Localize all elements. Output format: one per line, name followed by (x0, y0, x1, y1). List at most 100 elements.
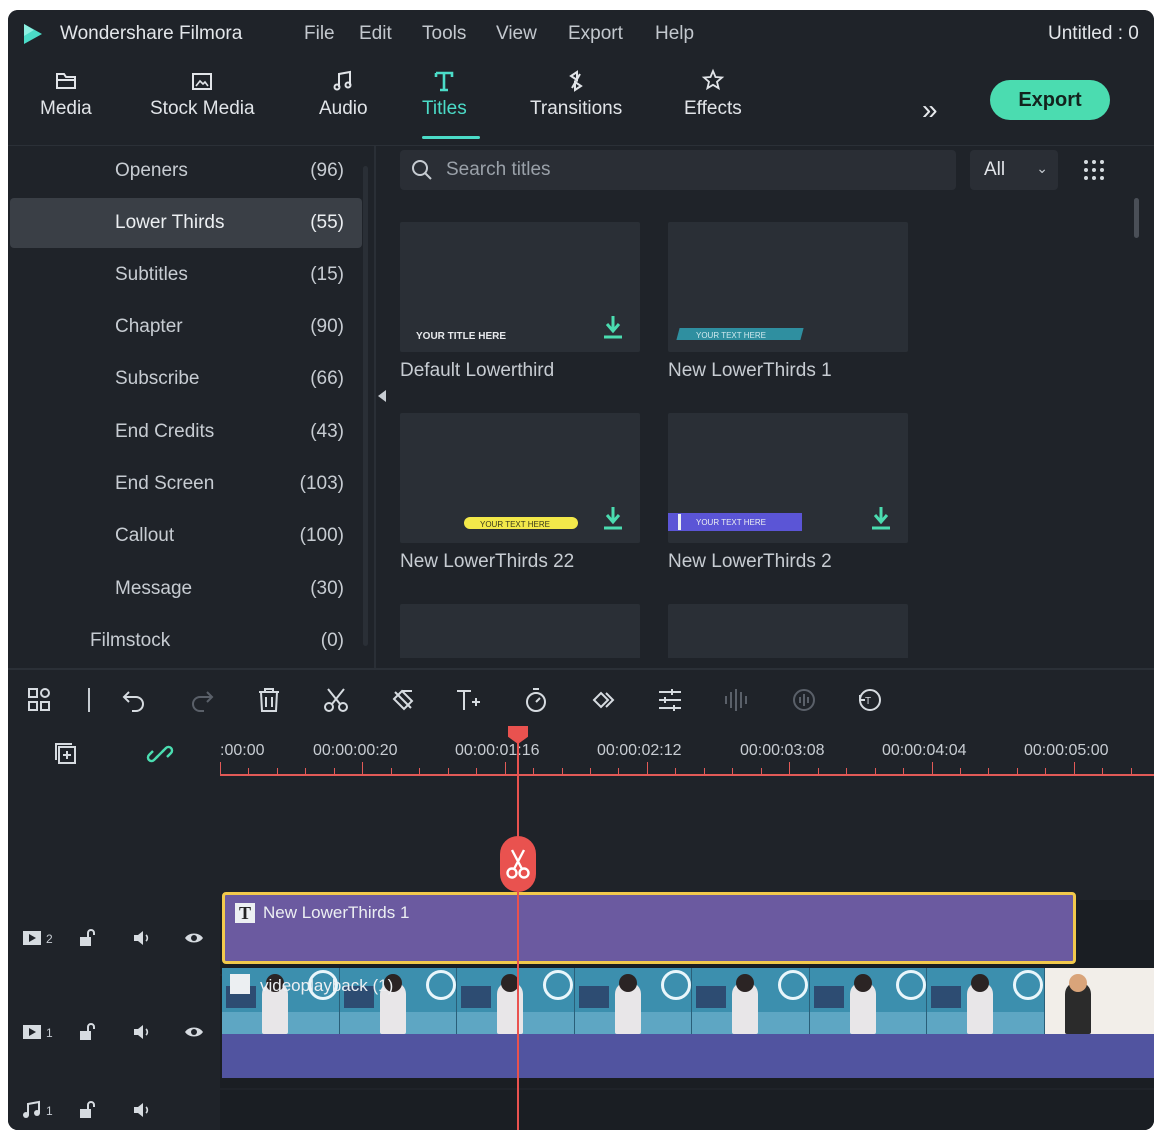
speed-timer-icon[interactable] (522, 686, 550, 714)
track-header-video-1: 1 (8, 976, 220, 1088)
ruler-tick (675, 768, 677, 774)
track-number: 2 (46, 932, 53, 946)
layout-icon[interactable] (26, 686, 54, 714)
category-lower-thirds[interactable]: Lower Thirds (55) (10, 198, 362, 248)
category-end-credits[interactable]: End Credits (43) (10, 407, 362, 457)
ruler-tick (333, 768, 335, 774)
speaker-icon[interactable] (132, 1100, 152, 1120)
timeline-toolbar: T (8, 668, 1154, 724)
category-count: (15) (310, 264, 344, 285)
menu-file[interactable]: File (304, 23, 335, 45)
download-icon[interactable] (870, 505, 892, 531)
title-card-default-lowerthird[interactable]: YOUR TITLE HERE Default Lowerthird (400, 222, 640, 382)
add-track-icon[interactable] (52, 740, 80, 768)
undo-icon[interactable] (120, 686, 148, 714)
track-audio-1-lane[interactable] (220, 1090, 1154, 1130)
voiceover-icon (793, 689, 815, 711)
title-card-new-lowerthirds-2[interactable]: YOUR TEXT HERE New LowerThirds 2 (668, 413, 908, 573)
filmora-logo-icon (24, 24, 42, 44)
adjust-sliders-icon[interactable] (656, 686, 684, 714)
category-name: End Credits (115, 421, 215, 442)
download-icon[interactable] (602, 314, 624, 340)
category-filmstock[interactable]: Filmstock (0) (10, 616, 362, 666)
thumbnail-preview-text: YOUR TEXT HERE (696, 518, 766, 527)
search-input[interactable] (446, 159, 926, 181)
empty-track-space (220, 778, 1154, 888)
speaker-icon[interactable] (132, 1022, 152, 1042)
category-name: Filmstock (90, 630, 171, 651)
export-button[interactable]: Export (990, 80, 1110, 120)
ruler-baseline (220, 774, 1154, 776)
transitions-icon (569, 70, 583, 92)
category-end-screen[interactable]: End Screen (103) (10, 459, 362, 509)
title-card-new-lowerthirds-22[interactable]: YOUR TEXT HERE New LowerThirds 22 (400, 413, 640, 573)
ruler-tick (846, 768, 848, 774)
tab-titles[interactable]: Titles (422, 68, 467, 120)
download-icon[interactable] (602, 505, 624, 531)
category-count: (55) (310, 212, 344, 233)
playhead-line[interactable] (517, 738, 519, 1130)
app-name: Wondershare Filmora (60, 23, 243, 44)
ruler-tick (390, 768, 392, 774)
sidebar-scrollbar[interactable] (363, 166, 368, 646)
title-thumbnail: YOUR TITLE HERE (400, 222, 640, 352)
tab-stock-media[interactable]: Stock Media (150, 68, 255, 120)
cut-icon[interactable] (322, 686, 350, 714)
video-frame (809, 968, 927, 1034)
category-message[interactable]: Message (30) (10, 564, 362, 614)
menu-view[interactable]: View (496, 23, 537, 45)
title-card-new-lowerthirds-1[interactable]: YOUR TEXT HERE New LowerThirds 1 (668, 222, 908, 382)
title-card-partial[interactable] (400, 604, 640, 658)
collapse-sidebar-icon[interactable] (378, 390, 386, 402)
timeline-ruler[interactable]: :00:00 00:00:00:20 00:00:01:16 00:00:02:… (8, 726, 1154, 778)
category-openers[interactable]: Openers (96) (10, 146, 362, 196)
eye-icon[interactable] (184, 1022, 204, 1042)
title-thumbnail (400, 604, 640, 658)
filter-dropdown[interactable]: All ⌄ (970, 150, 1058, 190)
ruler-tick (903, 768, 905, 774)
title-thumbnail: YOUR TEXT HERE (400, 413, 640, 543)
category-chapter[interactable]: Chapter (90) (10, 302, 362, 352)
search-bar[interactable] (400, 150, 956, 190)
keyframe-icon[interactable] (590, 686, 618, 714)
ruler-tick (931, 762, 933, 774)
grid-view-icon[interactable] (1082, 158, 1106, 182)
menu-help[interactable]: Help (655, 23, 694, 45)
lock-open-icon[interactable] (78, 928, 98, 948)
menu-edit[interactable]: Edit (359, 23, 392, 45)
tab-transitions[interactable]: Transitions (530, 68, 622, 120)
tab-audio[interactable]: Audio (319, 68, 368, 120)
split-handle[interactable] (500, 836, 536, 892)
title-clip[interactable]: T New LowerThirds 1 (222, 892, 1076, 964)
ruler-tick (248, 768, 250, 774)
tag-icon[interactable] (389, 686, 417, 714)
delete-icon[interactable] (255, 686, 283, 714)
tab-effects[interactable]: Effects (684, 68, 742, 120)
menu-export[interactable]: Export (568, 23, 623, 45)
lock-open-icon[interactable] (78, 1100, 98, 1120)
category-subscribe[interactable]: Subscribe (66) (10, 354, 362, 404)
title-card-partial[interactable] (668, 604, 908, 658)
ruler-tick (1016, 768, 1018, 774)
speaker-icon[interactable] (132, 928, 152, 948)
lock-open-icon[interactable] (78, 1022, 98, 1042)
video-clip-label: videoplayback (1) (260, 976, 394, 995)
ruler-tick (959, 768, 961, 774)
add-text-icon[interactable] (454, 686, 482, 714)
ruler-tick (533, 768, 535, 774)
category-count: (90) (310, 316, 344, 337)
panel-divider[interactable] (374, 146, 376, 668)
auto-reframe-icon[interactable]: T (856, 686, 884, 714)
titles-scrollbar[interactable] (1134, 198, 1139, 238)
link-icon[interactable] (146, 740, 174, 768)
ruler-tick (1073, 762, 1075, 774)
category-callout[interactable]: Callout (100) (10, 511, 362, 561)
tab-media[interactable]: Media (40, 68, 92, 120)
category-subtitles[interactable]: Subtitles (15) (10, 250, 362, 300)
eye-icon[interactable] (184, 928, 204, 948)
video-clip[interactable]: videoplayback (1) (222, 968, 1154, 1078)
menu-tools[interactable]: Tools (422, 23, 466, 45)
ruler-tick (220, 762, 221, 774)
double-chevron-right-icon[interactable]: » (922, 94, 938, 126)
ruler-time-label: 00:00:03:08 (740, 742, 825, 759)
